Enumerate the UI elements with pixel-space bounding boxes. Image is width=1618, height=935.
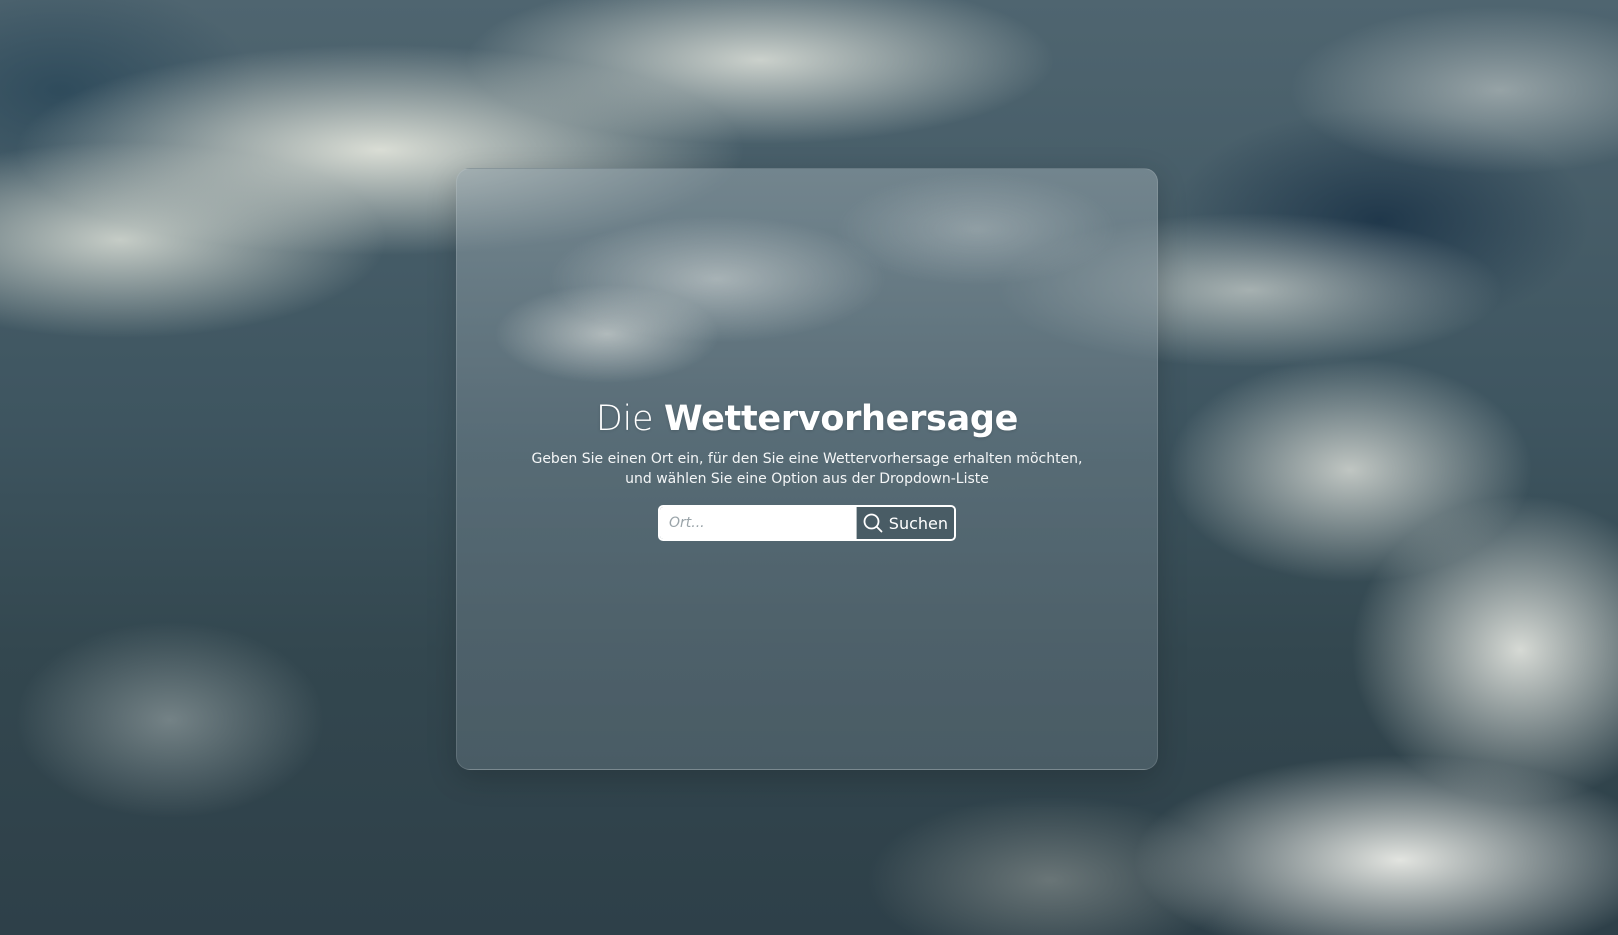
forecast-card: Die Wettervorhersage Geben Sie einen Ort… bbox=[456, 168, 1158, 770]
location-search: Suchen bbox=[658, 505, 956, 541]
title-prefix: Die bbox=[595, 399, 654, 439]
page: Die Wettervorhersage Geben Sie einen Ort… bbox=[0, 0, 1618, 935]
intro-line-1: Geben Sie einen Ort ein, für den Sie ein… bbox=[531, 451, 1083, 467]
search-button-label: Suchen bbox=[888, 513, 948, 533]
intro-text: Geben Sie einen Ort ein, für den Sie ein… bbox=[457, 449, 1157, 489]
title-main: Wettervorhersage bbox=[664, 399, 1019, 439]
search-icon bbox=[863, 513, 883, 533]
card-content: Die Wettervorhersage Geben Sie einen Ort… bbox=[457, 397, 1157, 541]
intro-line-2: und wählen Sie eine Option aus der Dropd… bbox=[625, 471, 989, 487]
location-input[interactable] bbox=[660, 507, 856, 539]
page-title: Die Wettervorhersage bbox=[457, 397, 1157, 441]
search-button[interactable]: Suchen bbox=[855, 507, 954, 539]
